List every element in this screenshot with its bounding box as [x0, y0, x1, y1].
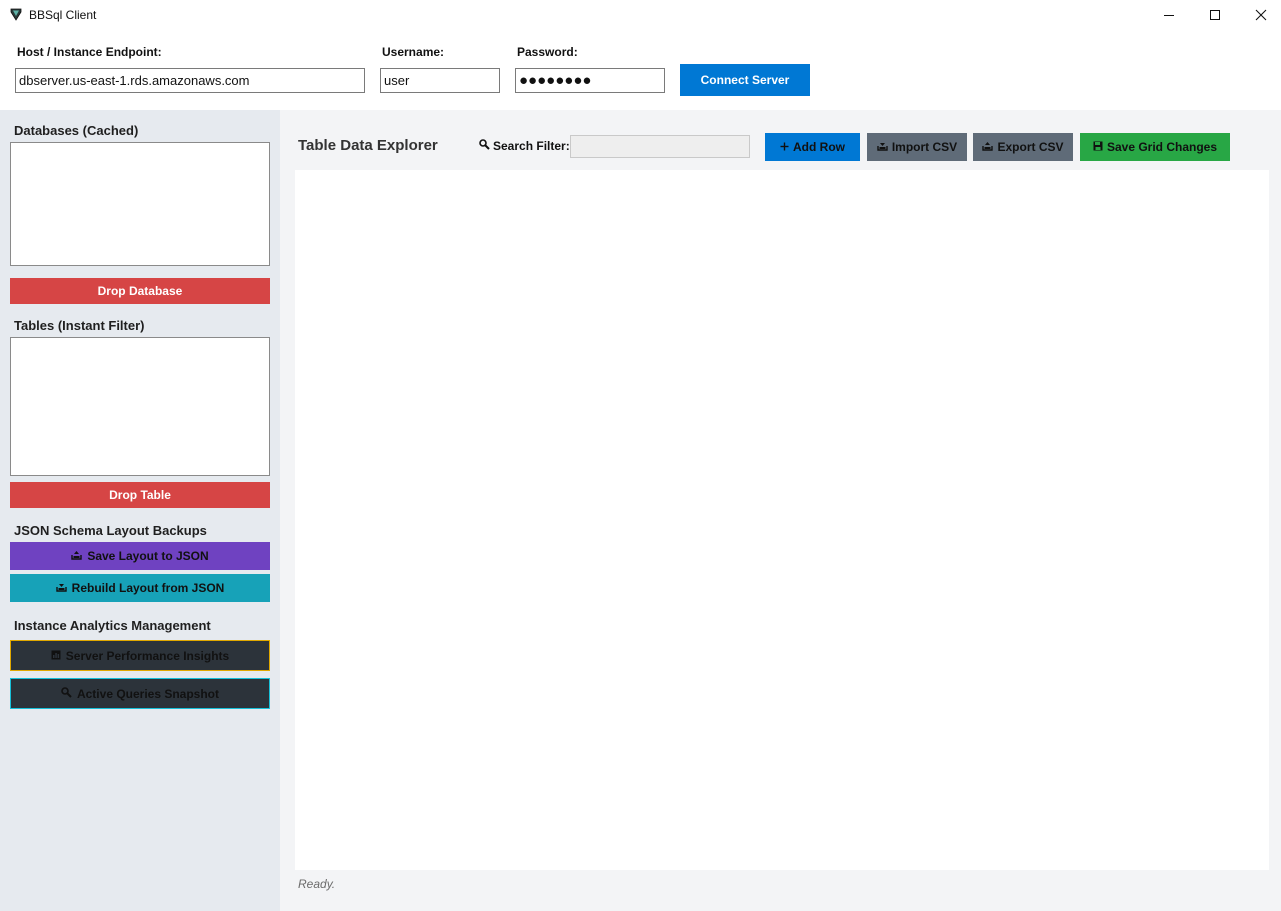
- export-csv-label: Export CSV: [997, 140, 1064, 154]
- server-insights-button[interactable]: Server Performance Insights: [10, 640, 270, 671]
- rebuild-layout-label: Rebuild Layout from JSON: [71, 581, 225, 595]
- tray-upload-icon: [982, 140, 994, 154]
- window-title: BBSql Client: [29, 8, 97, 22]
- close-button[interactable]: [1238, 0, 1281, 30]
- import-csv-label: Import CSV: [891, 140, 958, 154]
- password-label: Password:: [517, 45, 578, 59]
- save-grid-changes-button[interactable]: Save Grid Changes: [1080, 133, 1230, 161]
- server-insights-label: Server Performance Insights: [65, 648, 230, 663]
- json-backups-title: JSON Schema Layout Backups: [14, 523, 207, 538]
- tray-upload-icon: [71, 549, 83, 563]
- rebuild-layout-button[interactable]: Rebuild Layout from JSON: [10, 574, 270, 602]
- search-filter-text: Search Filter:: [493, 139, 570, 153]
- search-icon: [479, 139, 490, 153]
- import-csv-button[interactable]: Import CSV: [867, 133, 967, 161]
- host-label: Host / Instance Endpoint:: [17, 45, 162, 59]
- databases-title: Databases (Cached): [14, 123, 139, 138]
- tables-title: Tables (Instant Filter): [14, 318, 145, 333]
- minimize-icon: [1163, 9, 1175, 21]
- export-csv-button[interactable]: Export CSV: [973, 133, 1073, 161]
- connect-server-button[interactable]: Connect Server: [680, 64, 810, 96]
- databases-listbox[interactable]: [10, 142, 270, 266]
- host-input[interactable]: dbserver.us-east-1.rds.amazonaws.com: [15, 68, 365, 93]
- data-grid[interactable]: [295, 170, 1269, 870]
- analytics-title: Instance Analytics Management: [14, 618, 211, 633]
- drop-database-button[interactable]: Drop Database: [10, 278, 270, 304]
- shield-icon: [10, 8, 22, 21]
- search-input[interactable]: [570, 135, 750, 158]
- magnifier-icon: [61, 686, 72, 701]
- active-queries-button[interactable]: Active Queries Snapshot: [10, 678, 270, 709]
- add-row-button[interactable]: Add Row: [765, 133, 860, 161]
- sidebar: Databases (Cached) Drop Database Tables …: [0, 110, 280, 911]
- active-queries-label: Active Queries Snapshot: [76, 686, 220, 701]
- add-row-label: Add Row: [793, 140, 845, 154]
- save-layout-button[interactable]: Save Layout to JSON: [10, 542, 270, 570]
- close-icon: [1255, 9, 1267, 21]
- main-panel: Table Data Explorer Search Filter: Add R…: [280, 110, 1281, 911]
- save-grid-changes-label: Save Grid Changes: [1106, 140, 1218, 154]
- floppy-icon: [1093, 140, 1103, 154]
- status-text: Ready.: [298, 877, 336, 891]
- search-filter-label: Search Filter:: [479, 139, 570, 153]
- page-title: Table Data Explorer: [298, 137, 438, 154]
- chart-icon: [51, 649, 61, 663]
- plus-icon: [780, 140, 789, 154]
- username-label: Username:: [382, 45, 445, 59]
- minimize-button[interactable]: [1146, 0, 1192, 30]
- tables-listbox[interactable]: [10, 337, 270, 476]
- tray-download-icon: [877, 140, 888, 154]
- title-bar: BBSql Client: [0, 0, 1281, 30]
- tray-download-icon: [55, 581, 67, 595]
- maximize-icon: [1209, 9, 1221, 21]
- drop-table-button[interactable]: Drop Table: [10, 482, 270, 508]
- save-layout-label: Save Layout to JSON: [87, 549, 209, 563]
- password-input[interactable]: ●●●●●●●●: [515, 68, 665, 93]
- connection-bar: Host / Instance Endpoint: dbserver.us-ea…: [0, 30, 1281, 110]
- username-input[interactable]: user: [380, 68, 500, 93]
- maximize-button[interactable]: [1192, 0, 1238, 30]
